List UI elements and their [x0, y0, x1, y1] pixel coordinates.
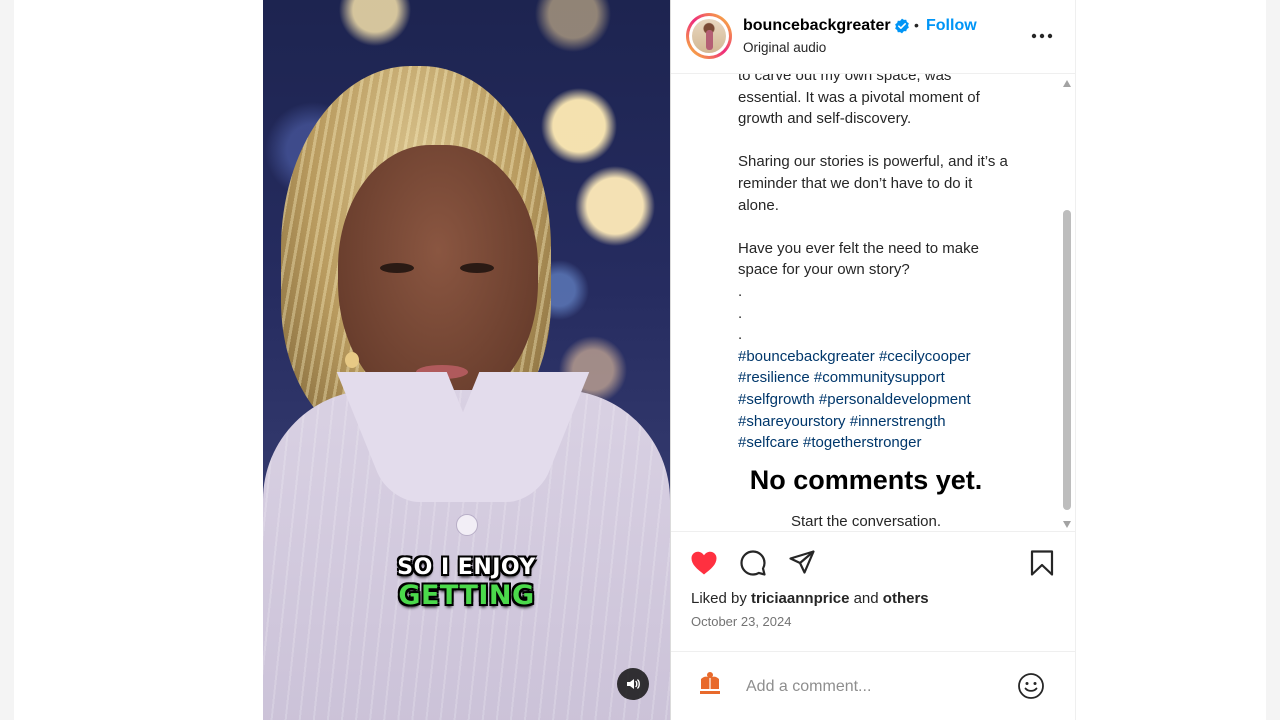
hashtag-link[interactable]: #cecilycooper — [879, 348, 971, 365]
hashtag-link[interactable]: #innerstrength — [850, 413, 946, 430]
avatar-image — [692, 19, 726, 53]
video-subject-eye — [380, 263, 414, 273]
hashtag-line: #selfcare #togetherstronger — [738, 432, 1050, 454]
hashtag-link[interactable]: #resilience — [738, 369, 810, 386]
comments-scroll-area[interactable]: to carve out my own space, was essential… — [671, 73, 1075, 531]
reel-video[interactable]: SO I ENJOY GETTING — [263, 0, 670, 720]
hashtag-line: #resilience #communitysupport — [738, 367, 1050, 389]
comment-bar — [671, 651, 1075, 721]
caption-line: space for your own story? — [738, 261, 910, 279]
scroll-up-arrow[interactable] — [1063, 80, 1071, 87]
heart-icon[interactable] — [689, 548, 719, 578]
video-caption-line2: GETTING — [398, 580, 535, 611]
video-subject-face — [338, 145, 538, 410]
hashtag-line: #bouncebackgreater #cecilycooper — [738, 346, 1050, 368]
more-icon[interactable] — [1029, 26, 1055, 46]
caption-line: alone. — [738, 196, 779, 214]
hashtag-link[interactable]: #selfcare — [738, 434, 799, 451]
scrollbar[interactable] — [1062, 80, 1072, 528]
caption-line: to carve out my own space, was — [738, 73, 952, 84]
avatar[interactable] — [686, 13, 732, 59]
post-date[interactable]: October 23, 2024 — [691, 614, 791, 629]
page-edge-left — [0, 0, 14, 720]
caption-line: growth and self-discovery. — [738, 110, 912, 128]
avatar-ring — [689, 16, 729, 56]
liked-middle: and — [849, 590, 883, 607]
avatar-figure — [706, 30, 713, 50]
comment-input[interactable] — [744, 674, 1008, 700]
liked-by-text: Liked by triciaannprice and others — [691, 590, 929, 607]
comment-icon[interactable] — [738, 548, 768, 578]
liked-user-link[interactable]: triciaannprice — [751, 590, 849, 607]
post-panel: bounceback­greater • Follow Original aud… — [670, 0, 1076, 720]
hashtag-link[interactable]: #communitysupport — [814, 369, 945, 386]
emoji-icon[interactable] — [1016, 671, 1046, 701]
video-caption-line1: SO I ENJOY — [397, 555, 536, 580]
audio-link[interactable]: Original audio — [743, 40, 826, 55]
hashtag-link[interactable]: #togetherstronger — [803, 434, 921, 451]
caption-line: . — [738, 282, 743, 300]
header-separator: • — [914, 17, 919, 33]
hashtag-line: #shareyourstory #innerstrength — [738, 411, 1050, 433]
caption-gap — [738, 216, 1050, 238]
scroll-down-arrow[interactable] — [1063, 521, 1071, 528]
hashtag-line: #selfgrowth #personaldevelopment — [738, 389, 1050, 411]
caption-line: reminder that we don’t have to do it — [738, 174, 973, 192]
hashtag-link[interactable]: #shareyourstory — [738, 413, 846, 430]
video-subject-eye — [460, 263, 494, 273]
caption-gap — [738, 130, 1050, 152]
hashtag-link[interactable]: #personaldevelopment — [819, 391, 971, 408]
username-link[interactable]: bounceback­greater — [743, 17, 891, 35]
caption-line: . — [738, 326, 743, 344]
video-subject-earring — [345, 352, 359, 368]
action-divider — [671, 531, 1075, 532]
liked-others-link[interactable]: others — [883, 590, 929, 607]
caption-line: Have you ever felt the need to make — [738, 239, 979, 257]
follow-button[interactable]: Follow — [926, 17, 977, 35]
hashtag-link[interactable]: #bouncebackgreater — [738, 348, 875, 365]
verified-icon — [895, 18, 909, 34]
caption-line: essential. It was a pivotal moment of — [738, 88, 980, 106]
liked-prefix: Liked by — [691, 590, 752, 607]
video-subject-button — [456, 514, 478, 536]
start-conversation-text: Start the conversation. — [790, 513, 942, 530]
commenter-avatar — [700, 672, 720, 694]
post-caption: to carve out my own space, was essential… — [738, 73, 1050, 454]
share-icon[interactable] — [787, 548, 817, 578]
speaker-icon — [627, 679, 640, 689]
caption-line: . — [738, 304, 743, 322]
sound-toggle-button[interactable] — [617, 668, 649, 700]
no-comments-heading: No comments yet. — [749, 465, 983, 495]
page-edge-right — [1266, 0, 1280, 720]
scroll-thumb[interactable] — [1063, 210, 1071, 510]
caption-line: Sharing our stories is powerful, and it’… — [738, 153, 1008, 171]
hashtag-link[interactable]: #selfgrowth — [738, 391, 815, 408]
bookmark-icon[interactable] — [1027, 548, 1057, 578]
post-header: bounceback­greater • Follow Original aud… — [671, 0, 1075, 74]
